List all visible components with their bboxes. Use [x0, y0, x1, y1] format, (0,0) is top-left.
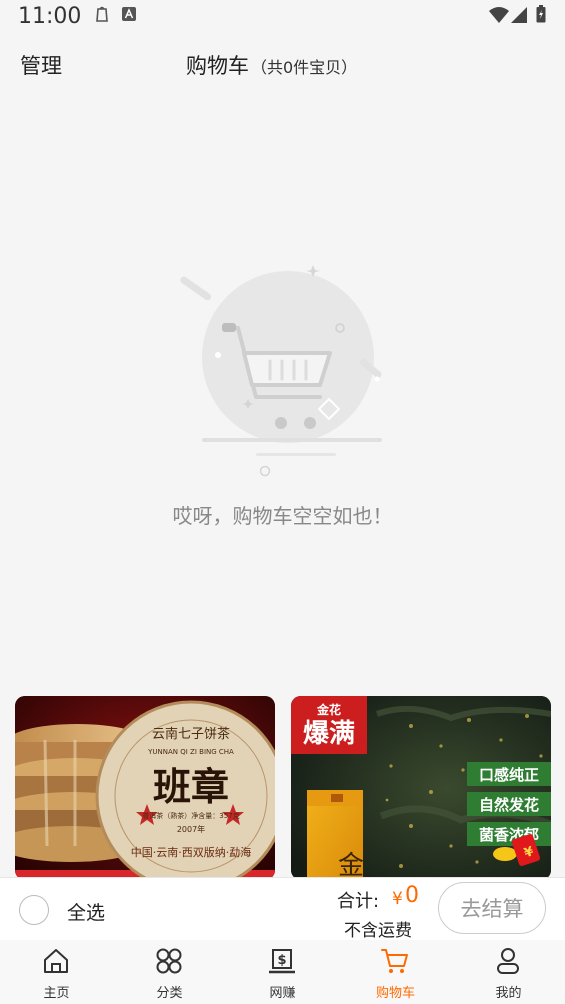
feature-tag: 自然发花: [479, 796, 539, 814]
manage-button[interactable]: 管理: [20, 50, 62, 80]
tab-earn[interactable]: $ 网赚: [226, 940, 339, 1004]
tab-cart[interactable]: 购物车: [339, 940, 452, 1004]
bottom-tab-bar: 主页 分类 $ 网赚 购物车 我的: [0, 940, 565, 1004]
battery-icon: [536, 5, 546, 27]
currency-symbol: ¥: [392, 889, 403, 909]
select-all-checkbox[interactable]: [19, 895, 49, 925]
tab-home[interactable]: 主页: [0, 940, 113, 1004]
tab-category[interactable]: 分类: [113, 940, 226, 1004]
cart-icon: [381, 949, 408, 973]
empty-cart-message: 哎呀，购物车空空如也！: [172, 504, 393, 528]
svg-text:$: $: [277, 953, 286, 968]
signal-icon: [511, 7, 527, 27]
tab-label: 购物车: [375, 986, 415, 1001]
app-icon: [122, 6, 136, 25]
total-value: 0: [405, 883, 419, 908]
wifi-icon: [489, 7, 509, 27]
tea-small-text: 普洱茶（熟茶）净含量：357克: [142, 811, 239, 820]
box-char: 金: [338, 851, 364, 880]
category-icon: [156, 948, 182, 974]
tea-ring-text: 中国·云南·西双版纳·勐海: [131, 845, 252, 859]
profile-icon: [497, 948, 519, 974]
feature-tag: 口感纯正: [479, 766, 539, 784]
product-card[interactable]: 云南七子饼茶 YUNNAN QI ZI BING CHA 班章 普洱茶（熟茶）净…: [15, 696, 275, 880]
empty-cart-illustration: [170, 255, 400, 485]
promo-badge-small: 金花: [316, 702, 341, 717]
product-image: 云南七子饼茶 YUNNAN QI ZI BING CHA 班章 普洱茶（熟茶）净…: [15, 696, 275, 880]
page-title: 购物车 （共0件宝贝）: [186, 50, 357, 80]
earn-icon: $: [269, 949, 295, 974]
promo-badge-big: 爆满: [303, 719, 355, 749]
tea-pinyin-text: YUNNAN QI ZI BING CHA: [147, 748, 234, 756]
status-bar: 11:00: [0, 0, 565, 34]
notification-icon: [94, 6, 110, 28]
home-icon: [44, 949, 68, 973]
item-count: （共0件宝贝）: [251, 58, 358, 77]
checkout-bar: 全选 合计: ¥ 0 不含运费 去结算: [0, 877, 565, 941]
checkout-button[interactable]: 去结算: [438, 882, 546, 934]
total-label: 合计:: [337, 891, 380, 912]
tab-profile[interactable]: 我的: [452, 940, 565, 1004]
header: 管理 购物车 （共0件宝贝）: [0, 34, 565, 94]
page-title-text: 购物车: [186, 54, 249, 78]
tea-brand-text: 云南七子饼茶: [152, 726, 230, 742]
product-image: 金花 爆满 金 口感纯正 自然发花 菌香浓郁 ¥: [291, 696, 551, 880]
tea-big-text: 班章: [153, 764, 229, 809]
product-card[interactable]: 金花 爆满 金 口感纯正 自然发花 菌香浓郁 ¥: [291, 696, 551, 880]
shipping-note: 不含运费: [344, 921, 412, 941]
tab-label: 分类: [156, 986, 183, 1001]
tab-label: 我的: [495, 986, 522, 1001]
status-time: 11:00: [18, 4, 82, 29]
tab-label: 网赚: [269, 986, 296, 1001]
tea-year-text: 2007年: [177, 824, 205, 834]
tab-label: 主页: [43, 986, 70, 1001]
select-all-label[interactable]: 全选: [67, 898, 105, 925]
